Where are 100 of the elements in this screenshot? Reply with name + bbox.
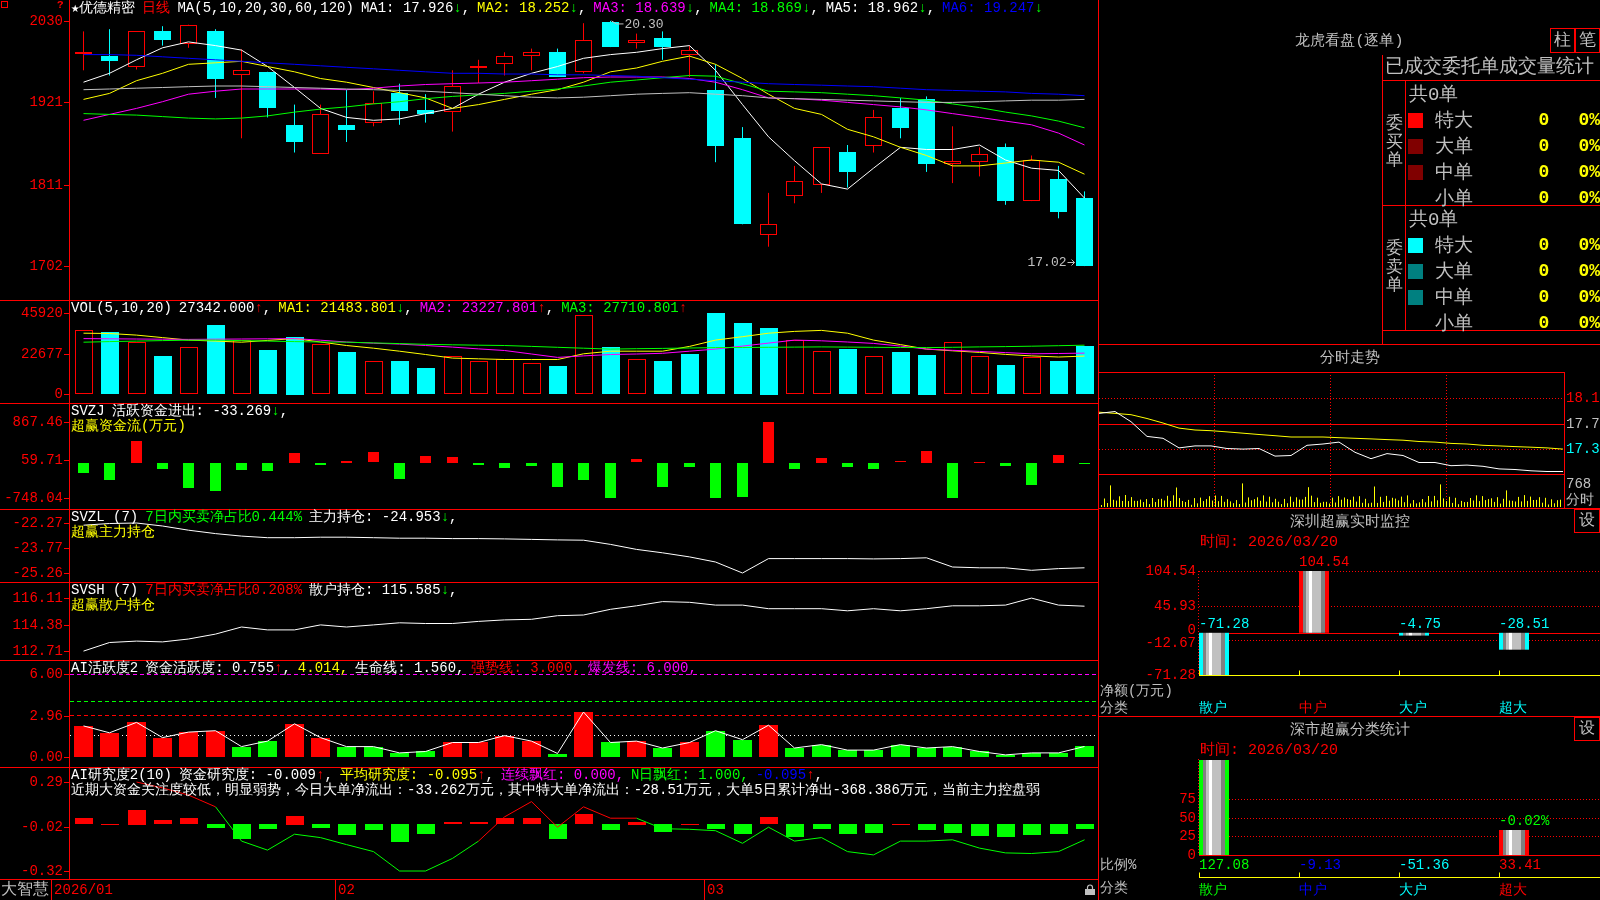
research-bar [154,820,172,824]
fund-flow-bar [1053,455,1064,463]
candlestick [154,25,171,47]
axis-label: -0.32 [21,863,63,879]
pane-title: VOL(5,10,20) [71,301,172,316]
axis-label: 1702 [29,258,63,275]
activity-bar [311,738,330,757]
fund-flow-bar [289,453,300,463]
volume-bar [312,344,330,394]
category-label: 中户 [1299,700,1327,716]
research-bar [338,824,356,835]
legend-reading: N日飘红: 1.000, [631,768,749,783]
volume-bar [259,350,277,394]
legend-reading: 资金研究度: -0.009↑, [178,768,333,783]
volume-bar [602,347,620,394]
research-bar [839,824,857,834]
axis-label: -0.02 [21,819,63,836]
legend-reading: 强势线: 3.000, [471,661,581,676]
research-bar [575,814,593,824]
settings-button[interactable]: 设 [1574,509,1600,533]
research-bar [207,824,225,828]
volume-bar [760,328,778,395]
order-share: 0% [1577,261,1600,281]
candlestick [628,33,645,50]
axis-label: 112.71 [12,643,63,660]
date-axis-label: 03 [707,882,724,898]
research-bar [971,824,989,836]
bar-value-label: -28.51 [1499,615,1550,632]
volume-bar [865,356,883,394]
indicator-subtitle: 超赢主力持仓 [71,525,155,540]
activity-bar [759,725,778,757]
volume-bar [734,323,752,394]
order-size-label: 大单 [1435,260,1474,284]
activity-bar [733,740,752,757]
legend-reading: 4.014, [297,661,349,676]
price-axis-label: 17.7 [1566,415,1600,432]
activity-bar [469,742,488,757]
axis-label: 2.96 [29,708,63,725]
fund-flow-bar [657,463,668,487]
activity-bar [680,742,699,757]
group-label: 委卖单 [1385,239,1403,297]
volume-bar [417,368,435,394]
order-size-label: 中单 [1435,286,1474,310]
research-bar [944,824,962,833]
pane-title: SVZL (7) [71,510,139,525]
fund-flow-bar [78,463,89,473]
legend-reading: 平均研究度: -0.095↑, [339,768,494,783]
candlestick [786,165,803,204]
volume-bar [1023,357,1041,394]
volume-bar [523,363,541,394]
candlestick [417,93,434,124]
research-bar [259,824,277,829]
research-bar [760,817,778,824]
research-bar [1023,824,1041,835]
axis-label: -71.28 [1145,667,1196,683]
research-bar [734,824,752,834]
fund-flow-bar [684,463,695,467]
volume-axis-label: 768 [1566,476,1592,492]
timestamp: 时间: 2026/03/20 [1200,534,1339,551]
volume-bar [997,365,1015,394]
settings-button[interactable]: 设 [1574,717,1600,741]
activity-bar [522,741,541,757]
pane-title: SVSH (7) [71,583,139,598]
candlestick [75,30,92,71]
fund-flow-bar [842,463,853,467]
axis-label: 0.00 [29,749,63,765]
volume-bar [233,340,251,394]
axis-title: 分类 [1100,880,1128,896]
legend-reading: 7日内买卖净占比0.208% [145,583,303,598]
view-mode-button[interactable]: 柱 [1550,28,1575,53]
bar-value-label: -9.13 [1299,857,1341,873]
candlestick [892,97,909,139]
candlestick [496,51,513,76]
view-mode-button[interactable]: 笔 [1575,28,1600,53]
order-total: 共0单 [1409,208,1459,232]
axis-label: 1921 [29,94,63,111]
axis-label: -22.27 [12,515,63,532]
indicator-subtitle: 超赢资金流(万元) [71,419,186,434]
category-label: 大户 [1399,882,1427,898]
activity-bar [574,712,593,757]
fund-flow-bar [631,459,642,462]
bar-value-label: -4.75 [1399,615,1441,632]
legend-reading: -0.095↑, [755,768,823,783]
legend-reading: 生命线: 1.560, [355,661,465,676]
activity-bar [917,748,936,757]
candlestick [391,83,408,126]
volume-bar [971,356,989,394]
fund-flow-bar [499,463,510,468]
research-bar [75,818,93,824]
research-bar [233,824,251,839]
research-bar [523,818,541,824]
bar-value-label: 127.08 [1199,857,1250,873]
activity-bar [337,747,356,757]
legend-reading: MA6: 19.247↓ [942,1,1043,16]
help-mark[interactable]: ? [57,0,64,12]
volume-bar [101,332,119,394]
axis-label: -23.77 [12,540,63,557]
panel-title: 龙虎看盘(逐单) [1295,31,1404,50]
volume-bar [628,359,646,394]
research-bar [918,824,936,830]
